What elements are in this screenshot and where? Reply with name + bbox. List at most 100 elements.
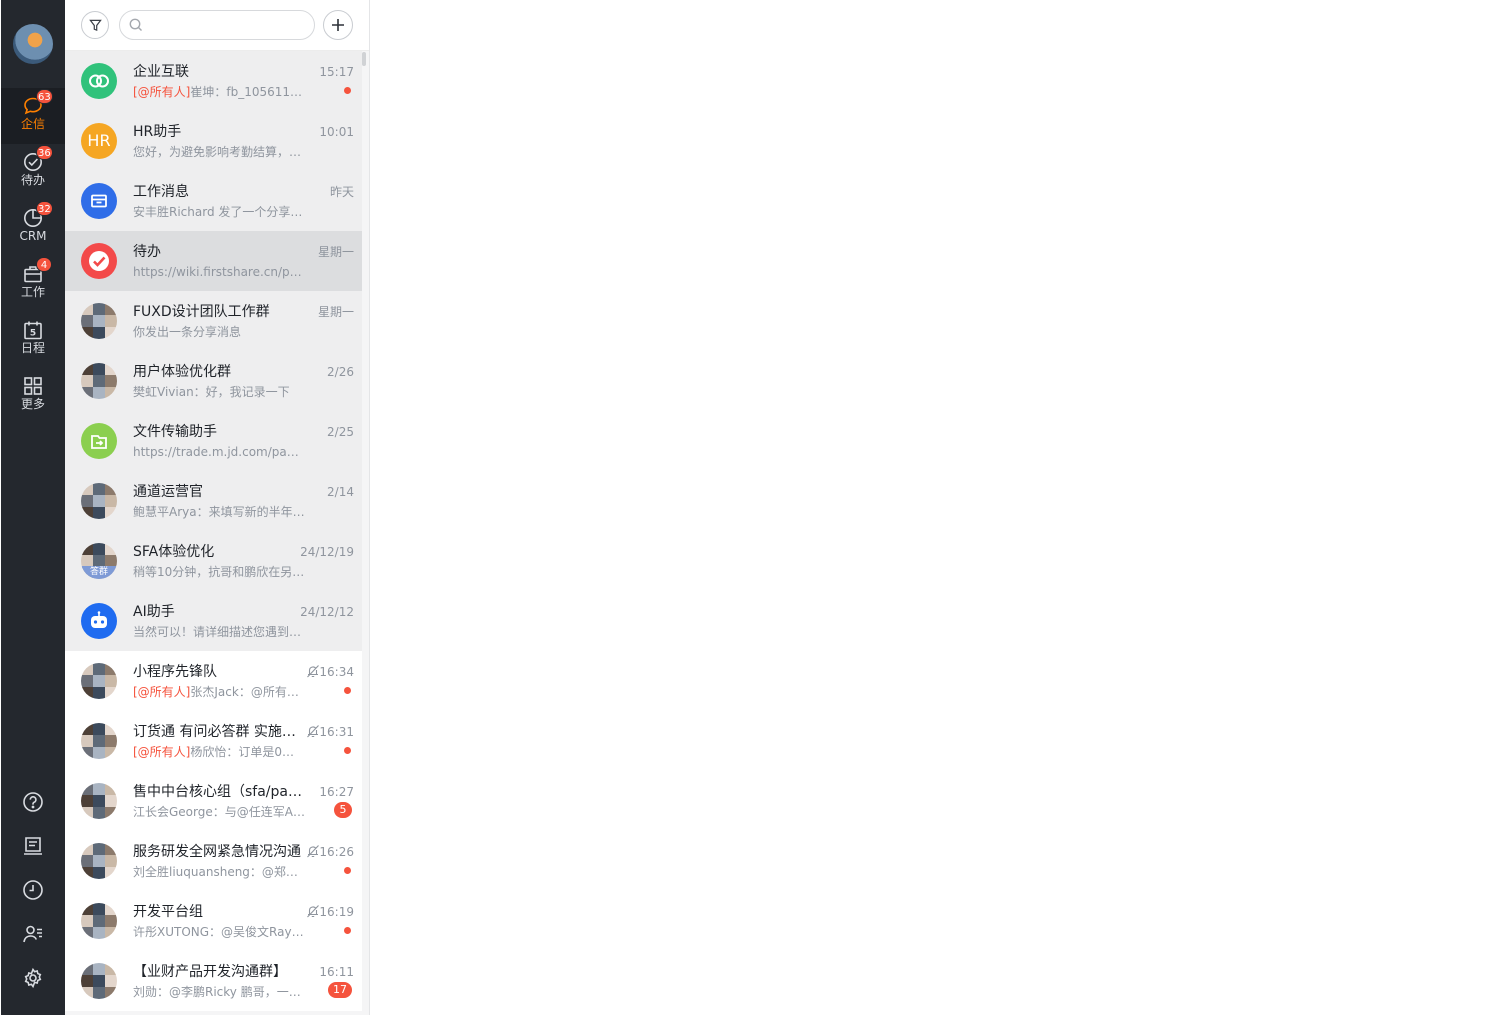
conversation-preview: 许彤XUTONG：@吴俊文Ray…: [133, 924, 305, 941]
conversation-time: 2/14: [327, 485, 354, 499]
group-avatar-mosaic: [81, 663, 117, 699]
conversation-row[interactable]: 售中中台核心组（sfa/paas/… 江长会George：与@任连军A… 16:27…: [65, 771, 362, 831]
conversation-name: FUXD设计团队工作群: [133, 304, 270, 320]
conversation-time: 15:17: [319, 65, 354, 79]
group-avatar-mosaic: [81, 723, 117, 759]
conversation-time: 16:26: [319, 845, 354, 859]
conversation-row[interactable]: 通道运营官 鲍慧平Arya：来填写新的半年… 2/14: [65, 471, 362, 531]
nav-item-calendar[interactable]: 5 日程: [1, 312, 65, 368]
conversation-name: 工作消息: [133, 184, 189, 200]
conversation-row[interactable]: 【业财产品开发沟通群】 刘勋：@李鹏Ricky 鹏哥，一… 16:11 17: [65, 951, 362, 1011]
plus-icon: [332, 19, 344, 31]
mute-bell-icon: [307, 725, 319, 738]
conversation-row[interactable]: 文件传输助手 https://trade.m.jd.com/pay?co… 2/25: [65, 411, 362, 471]
notes-icon[interactable]: [22, 835, 44, 857]
conversation-preview: 樊虹Vivian：好，我记录一下: [133, 384, 305, 401]
user-avatar[interactable]: [13, 24, 53, 64]
conversation-avatar: 答群: [81, 543, 117, 579]
conversation-avatar: [81, 243, 117, 279]
conversation-time: 2/25: [327, 425, 354, 439]
conversation-avatar: [81, 723, 117, 759]
nav-badge: 4: [36, 257, 52, 272]
conversation-preview: [@所有人]杨欣怡：订单是0元…: [133, 744, 305, 761]
nav-item-messages[interactable]: 企信 63: [1, 88, 65, 144]
conversation-row[interactable]: AI助手 当然可以！请详细描述您遇到… 24/12/12: [65, 591, 362, 651]
calendar-icon: 5: [24, 321, 42, 340]
nav-label: 待办: [20, 173, 45, 187]
conversation-row[interactable]: 用户体验优化群 樊虹Vivian：好，我记录一下 2/26: [65, 351, 362, 411]
preview-text: 刘全胜liuquansheng：@郑磊…: [133, 865, 305, 879]
clock-icon[interactable]: [22, 879, 44, 901]
conversation-preview: [@所有人]张杰Jack：@所有…: [133, 684, 305, 701]
preview-text: 安丰胜Richard 发了一个分享…: [133, 205, 303, 219]
unread-dot: [344, 87, 351, 94]
conversation-preview: [@所有人]崔坤：fb_105611…: [133, 84, 305, 101]
mute-bell-icon: [307, 665, 319, 678]
nav-label: 日程: [20, 341, 45, 355]
robot-icon: [81, 603, 117, 639]
preview-text: 崔坤：fb_105611…: [190, 85, 303, 99]
help-icon[interactable]: [22, 791, 44, 813]
conversation-avatar: [81, 783, 117, 819]
grid-icon: [24, 377, 42, 395]
search-box[interactable]: [119, 10, 315, 40]
contacts-icon[interactable]: [22, 923, 44, 945]
conversation-preview: 刘勋：@李鹏Ricky 鹏哥，一…: [133, 984, 305, 1001]
conversation-time: 16:19: [319, 905, 354, 919]
conversation-avatar: [81, 183, 117, 219]
svg-text:5: 5: [30, 329, 36, 339]
conversation-row[interactable]: 待办 https://wiki.firstshare.cn/page… 星期一: [65, 231, 362, 291]
conversation-row[interactable]: 开发平台组 许彤XUTONG：@吴俊文Ray… 16:19: [65, 891, 362, 951]
nav-item-crm[interactable]: CRM 32: [1, 200, 65, 256]
conversation-row[interactable]: 答群 SFA体验优化 稍等10分钟，抗哥和鹏欣在另… 24/12/19: [65, 531, 362, 591]
conversation-time: 2/26: [327, 365, 354, 379]
conversation-preview: 你发出一条分享消息: [133, 324, 305, 341]
preview-text: 稍等10分钟，抗哥和鹏欣在另…: [133, 565, 305, 579]
preview-text: 你发出一条分享消息: [133, 325, 242, 339]
conversation-preview: 安丰胜Richard 发了一个分享…: [133, 204, 305, 221]
conversation-preview: 江长会George：与@任连军A…: [133, 804, 305, 821]
conversation-name: 售中中台核心组（sfa/paas/…: [133, 784, 305, 800]
settings-icon[interactable]: [22, 967, 44, 989]
search-icon: [129, 18, 142, 31]
mention-tag: [@所有人]: [133, 85, 191, 99]
nav-badge: 63: [36, 89, 53, 104]
unread-count-badge: 17: [328, 982, 352, 998]
hr-avatar: HR: [81, 123, 117, 159]
conversation-name: 小程序先锋队: [133, 664, 217, 680]
conversation-name: 文件传输助手: [133, 424, 217, 440]
conversation-name: 企业互联: [133, 64, 189, 80]
conversation-preview: https://trade.m.jd.com/pay?co…: [133, 444, 305, 461]
conversation-name: AI助手: [133, 604, 175, 620]
left-nav: 企信 63 待办 36 CRM 32 工作 4 5 日程 更多: [1, 0, 65, 1015]
search-input[interactable]: [148, 15, 302, 37]
add-button[interactable]: [323, 10, 353, 40]
preview-text: 江长会George：与@任连军A…: [133, 805, 305, 819]
conversation-row[interactable]: 订货通 有问必答群 实施… [@所有人]杨欣怡：订单是0元… 16:31: [65, 711, 362, 771]
preview-text: 杨欣怡：订单是0元…: [190, 745, 305, 759]
nav-item-work[interactable]: 工作 4: [1, 256, 65, 312]
conversation-time: 昨天: [329, 185, 354, 199]
conversation-row[interactable]: HR HR助手 您好，为避免影响考勤结算，… 10:01: [65, 111, 362, 171]
conversation-row[interactable]: 服务研发全网紧急情况沟通 刘全胜liuquansheng：@郑磊… 16:26: [65, 831, 362, 891]
conversation-row[interactable]: 工作消息安丰胜Richard 发了一个分享… 昨天: [65, 171, 362, 231]
conversation-avatar: [81, 63, 117, 99]
group-avatar-mosaic: [81, 363, 117, 399]
conversation-preview: 您好，为避免影响考勤结算，…: [133, 144, 305, 161]
conversation-avatar: [81, 423, 117, 459]
scrollbar[interactable]: [362, 52, 366, 66]
nav-item-more[interactable]: 更多: [1, 368, 65, 424]
conversation-avatar: [81, 663, 117, 699]
preview-text: https://wiki.firstshare.cn/page…: [133, 265, 305, 279]
file-transfer-icon: [81, 423, 117, 459]
mute-bell-icon: [307, 905, 319, 918]
conversation-row[interactable]: FUXD设计团队工作群 你发出一条分享消息 星期一: [65, 291, 362, 351]
conversation-panel: 企业互联 [@所有人]崔坤：fb_105611… 15:17 HR HR助手 您好，为避免…: [65, 0, 370, 1015]
filter-button[interactable]: [81, 11, 109, 39]
conversation-row[interactable]: 小程序先锋队 [@所有人]张杰Jack：@所有… 16:34: [65, 651, 362, 711]
nav-item-todo[interactable]: 待办 36: [1, 144, 65, 200]
conversation-avatar: [81, 303, 117, 339]
list-toolbar: [65, 0, 369, 51]
conversation-row[interactable]: 企业互联 [@所有人]崔坤：fb_105611… 15:17: [65, 51, 362, 111]
interconnect-icon: [81, 63, 117, 99]
